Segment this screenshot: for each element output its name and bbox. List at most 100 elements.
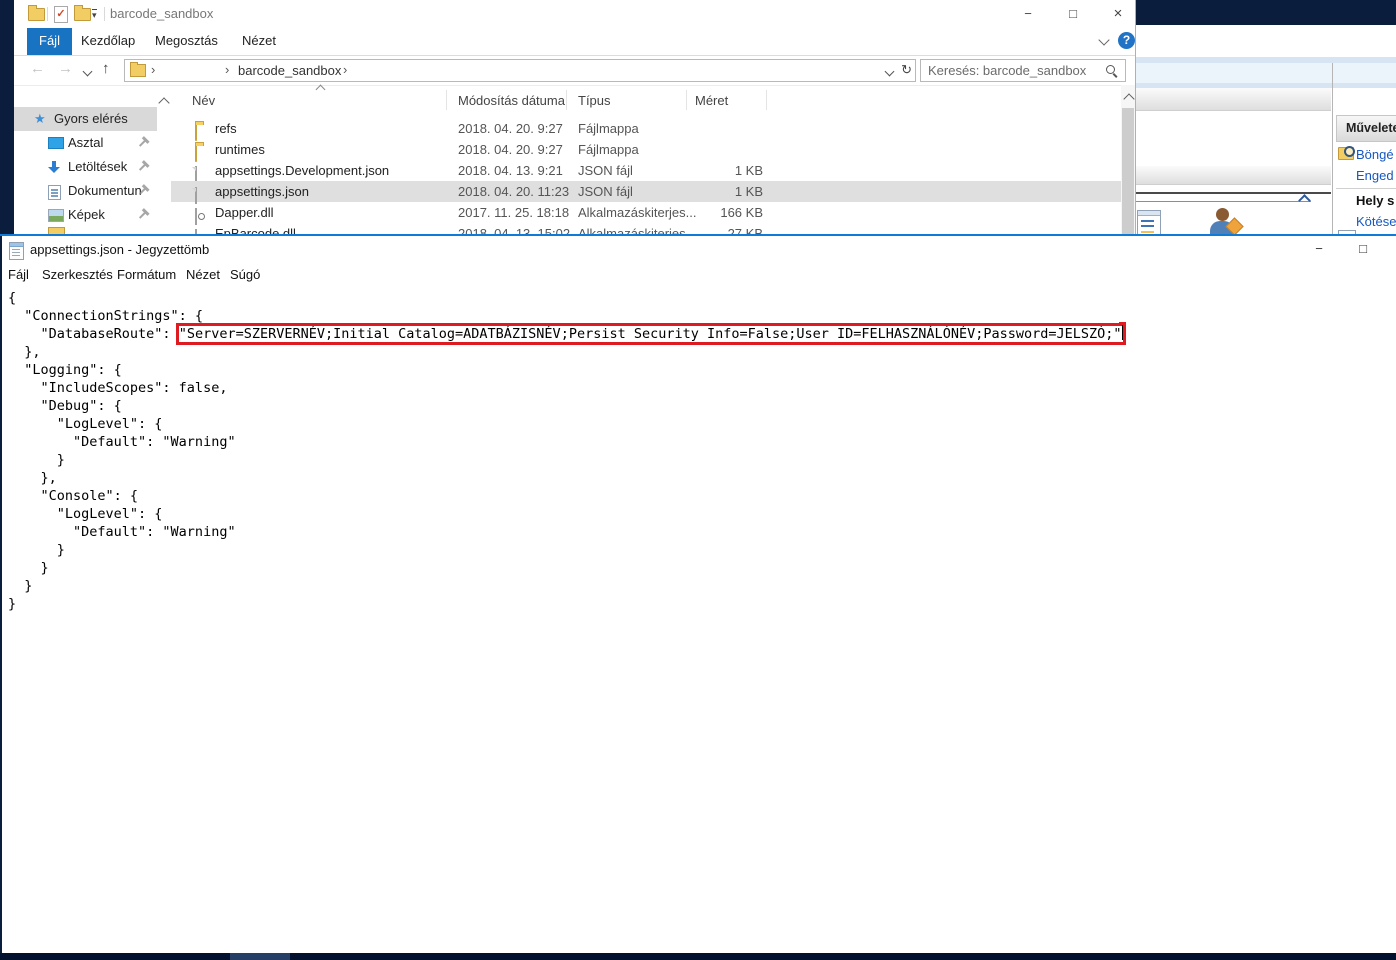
person-head <box>1216 208 1229 221</box>
navigation-bar: ← → ↑ › › barcode_sandbox › ↻ Keresés: b… <box>14 56 1135 86</box>
sidebar-label: Gyors elérés <box>54 111 128 126</box>
code-line: "Default": "Warning" <box>8 433 1123 451</box>
sidebar-item-pictures[interactable]: Képek <box>14 203 157 227</box>
search-icon[interactable] <box>1106 65 1115 74</box>
sidebar-item-documents[interactable]: Dokumentun <box>14 179 157 203</box>
dotnet-users-icon[interactable] <box>1207 208 1241 236</box>
maximize-button[interactable]: □ <box>1346 236 1380 264</box>
tab-share[interactable]: Megosztás <box>155 28 218 55</box>
menu-help[interactable]: Súgó <box>230 267 260 282</box>
address-bar[interactable]: › › barcode_sandbox › ↻ <box>124 59 916 82</box>
back-button[interactable]: ← <box>30 60 45 77</box>
code-line: } <box>8 559 1123 577</box>
sidebar-scrollbar[interactable] <box>157 85 171 236</box>
qat-customize-icon[interactable]: ▾ <box>92 9 97 20</box>
close-button[interactable]: × <box>1102 0 1134 28</box>
maximize-button[interactable]: □ <box>1057 0 1089 28</box>
search-input[interactable]: Keresés: barcode_sandbox <box>920 59 1126 82</box>
code-line: "Debug": { <box>8 397 1123 415</box>
pictures-icon <box>48 209 64 222</box>
documents-icon <box>48 185 61 200</box>
menu-edit[interactable]: Szerkesztés <box>42 267 113 282</box>
iis-section-rule <box>1135 201 1311 202</box>
code-line: { <box>8 289 1123 307</box>
crumb-separator: › <box>225 62 229 77</box>
file-size: 1 KB <box>676 181 763 202</box>
file-explorer-window: ✓ ▾ barcode_sandbox − □ × Fájl Kezdőlap … <box>14 0 1136 236</box>
column-separator[interactable] <box>686 90 687 110</box>
refresh-icon[interactable]: ↻ <box>901 62 912 78</box>
window-title: barcode_sandbox <box>110 6 213 21</box>
file-row-appsettings-development[interactable]: appsettings.Development.json 2018. 04. 1… <box>171 160 1121 181</box>
menu-file[interactable]: Fájl <box>8 267 29 282</box>
scrollbar-thumb[interactable] <box>1122 108 1134 236</box>
search-placeholder: Keresés: barcode_sandbox <box>928 63 1086 78</box>
notepad-text-area[interactable]: { "ConnectionStrings": { "DatabaseRoute"… <box>8 289 1123 613</box>
iis-group-header <box>1135 88 1331 111</box>
column-separator[interactable] <box>446 90 447 110</box>
notepad-title: appsettings.json - Jegyzettömb <box>30 242 209 257</box>
iis-action-permissions[interactable]: Enged <box>1356 168 1396 183</box>
code-line: "LogLevel": { <box>8 415 1123 433</box>
file-row-dapper-dll[interactable]: Dapper.dll 2017. 11. 25. 18:18 Alkalmazá… <box>171 202 1121 223</box>
tab-home[interactable]: Kezdőlap <box>81 28 135 55</box>
expand-ribbon-icon[interactable] <box>1098 34 1109 45</box>
iis-action-bindings[interactable]: Kötése <box>1356 214 1396 229</box>
sidebar-item-quick-access[interactable]: ★ Gyors elérés <box>14 107 157 131</box>
code-line: "Default": "Warning" <box>8 523 1123 541</box>
sidebar-label: Dokumentun <box>68 183 142 198</box>
minimize-button[interactable]: − <box>1302 236 1336 264</box>
file-name: appsettings.json <box>215 181 309 202</box>
forward-button[interactable]: → <box>58 60 73 77</box>
explorer-body: ★ Gyors elérés Asztal Letöltések Dokumen… <box>14 85 1135 236</box>
taskbar-button-highlight[interactable] <box>230 953 290 960</box>
code-line: "ConnectionStrings": { <box>8 307 1123 325</box>
column-header-name[interactable]: Név <box>192 93 215 108</box>
file-name: refs <box>215 118 237 139</box>
address-dropdown-icon[interactable] <box>885 67 895 77</box>
file-row-runtimes[interactable]: runtimes 2018. 04. 20. 9:27 Fájlmappa <box>171 139 1121 160</box>
sidebar-item-desktop[interactable]: Asztal <box>14 131 157 155</box>
recent-locations-icon[interactable] <box>83 67 93 77</box>
minimize-button[interactable]: − <box>1012 0 1044 28</box>
scroll-up-icon[interactable] <box>1123 93 1134 104</box>
code-line: "IncludeScopes": false, <box>8 379 1123 397</box>
file-row-refs[interactable]: refs 2018. 04. 20. 9:27 Fájlmappa <box>171 118 1121 139</box>
collapse-section-icon[interactable] <box>1298 194 1311 207</box>
window-edge <box>0 236 2 953</box>
code-line: } <box>8 595 1123 613</box>
column-header-type[interactable]: Típus <box>578 93 611 108</box>
column-separator[interactable] <box>566 90 567 110</box>
iis-feature-icon[interactable] <box>1137 210 1161 236</box>
sidebar-label: Képek <box>68 207 105 222</box>
iis-action-browse[interactable]: Böngé <box>1356 147 1396 162</box>
tab-view[interactable]: Nézet <box>242 28 276 55</box>
file-list-scrollbar[interactable] <box>1121 85 1135 236</box>
code-line: "Logging": { <box>8 361 1123 379</box>
file-date: 2018. 04. 13. 9:21 <box>458 160 563 181</box>
file-row-appsettings-selected[interactable]: appsettings.json 2018. 04. 20. 11:23 JSO… <box>171 181 1121 202</box>
scroll-up-icon[interactable] <box>158 97 169 108</box>
navigation-pane: ★ Gyors elérés Asztal Letöltések Dokumen… <box>14 85 157 236</box>
menu-format[interactable]: Formátum <box>117 267 176 282</box>
file-type: Fájlmappa <box>578 118 639 139</box>
new-folder-icon[interactable] <box>74 8 91 21</box>
help-icon[interactable]: ? <box>1118 32 1135 49</box>
notepad-app-icon <box>9 242 24 260</box>
file-name: runtimes <box>215 139 265 160</box>
taskbar[interactable] <box>0 953 1396 960</box>
iis-divider-line <box>1135 192 1331 194</box>
sort-ascending-icon <box>316 85 326 95</box>
menu-view[interactable]: Nézet <box>186 267 220 282</box>
column-separator[interactable] <box>766 90 767 110</box>
notepad-menubar: Fájl Szerkesztés Formátum Nézet Súgó <box>0 264 1396 288</box>
iis-actions-divider <box>1332 63 1333 236</box>
breadcrumb-current[interactable]: barcode_sandbox <box>238 63 341 78</box>
up-button[interactable]: ↑ <box>102 60 110 77</box>
sidebar-item-downloads[interactable]: Letöltések <box>14 155 157 179</box>
browse-icon <box>1338 147 1354 160</box>
column-header-date[interactable]: Módosítás dátuma <box>458 93 565 108</box>
tab-file[interactable]: Fájl <box>27 28 72 55</box>
column-header-size[interactable]: Méret <box>695 93 728 108</box>
properties-check-icon[interactable]: ✓ <box>54 6 68 23</box>
